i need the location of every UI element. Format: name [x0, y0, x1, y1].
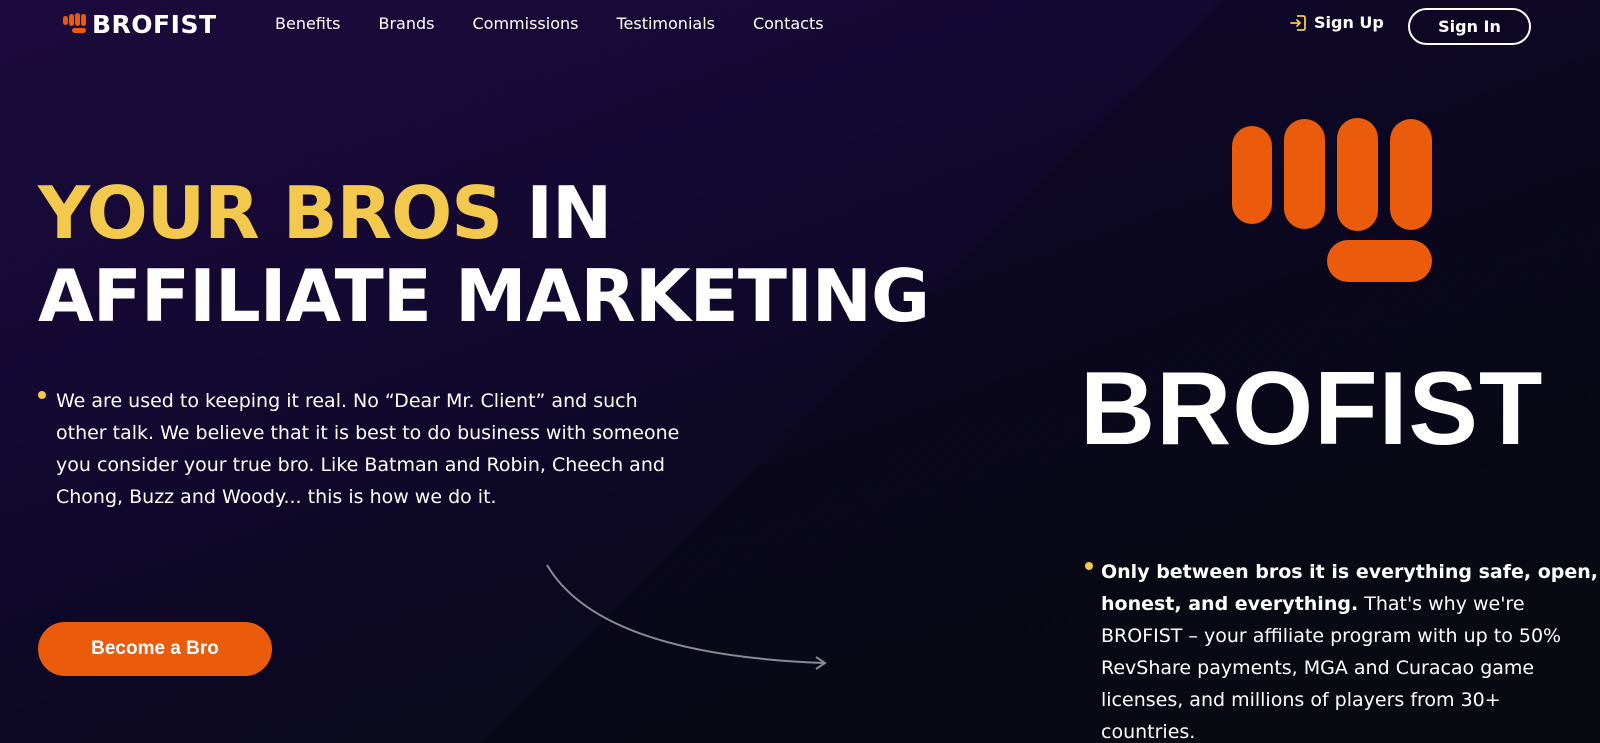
intro-line: other talk. We believe that it is best t… [56, 422, 680, 444]
text-line: licenses, and millions of players from 3… [1101, 689, 1501, 711]
intro-line: you consider your true bro. Like Batman … [56, 454, 665, 476]
fist-icon [63, 13, 89, 35]
brand-logo[interactable]: BROFIST [63, 9, 217, 39]
nav-commissions[interactable]: Commissions [473, 14, 579, 33]
bold-line: honest, and everything. [1101, 593, 1359, 615]
text-line: BROFIST – your affiliate program with up… [1101, 625, 1562, 647]
brand-wordmark: BROFIST [1080, 351, 1544, 467]
headline-white-1: IN [526, 171, 612, 255]
sign-in-button[interactable]: Sign In [1408, 8, 1531, 45]
nav-benefits[interactable]: Benefits [275, 14, 341, 33]
sign-up-label: Sign Up [1314, 13, 1384, 32]
become-a-bro-button[interactable]: Become a Bro [38, 622, 272, 676]
bullet-dot [1085, 562, 1093, 570]
brand-description: Only between bros it is everything safe,… [1101, 556, 1598, 743]
text-line: RevShare payments, MGA and Curacao game [1101, 657, 1535, 679]
bold-line: Only between bros it is everything safe,… [1101, 561, 1598, 583]
bullet-dot [38, 391, 46, 399]
nav-contacts[interactable]: Contacts [753, 14, 824, 33]
intro-line: Chong, Buzz and Woody... this is how we … [56, 486, 497, 508]
curved-arrow-icon [546, 564, 827, 670]
logo-text: BROFIST [92, 9, 217, 39]
nav-testimonials[interactable]: Testimonials [616, 14, 715, 33]
fist-icon [1232, 118, 1432, 283]
nav-brands[interactable]: Brands [379, 14, 435, 33]
text-line: countries. [1101, 721, 1196, 743]
login-arrow-icon [1290, 14, 1306, 31]
hero-headline: YOUR BROS IN AFFILIATE MARKETING [38, 171, 930, 338]
text-line: That's why we're [1358, 593, 1525, 615]
headline-yellow: YOUR BROS [38, 171, 503, 255]
sign-up-link[interactable]: Sign Up [1290, 13, 1384, 32]
intro-line: We are used to keeping it real. No “Dear… [56, 390, 638, 412]
headline-white-2: AFFILIATE MARKETING [38, 254, 930, 338]
site-header: BROFIST Benefits Brands Commissions Test… [0, 0, 1600, 50]
hero-intro: We are used to keeping it real. No “Dear… [56, 385, 679, 513]
main-nav: Benefits Brands Commissions Testimonials… [275, 14, 862, 33]
